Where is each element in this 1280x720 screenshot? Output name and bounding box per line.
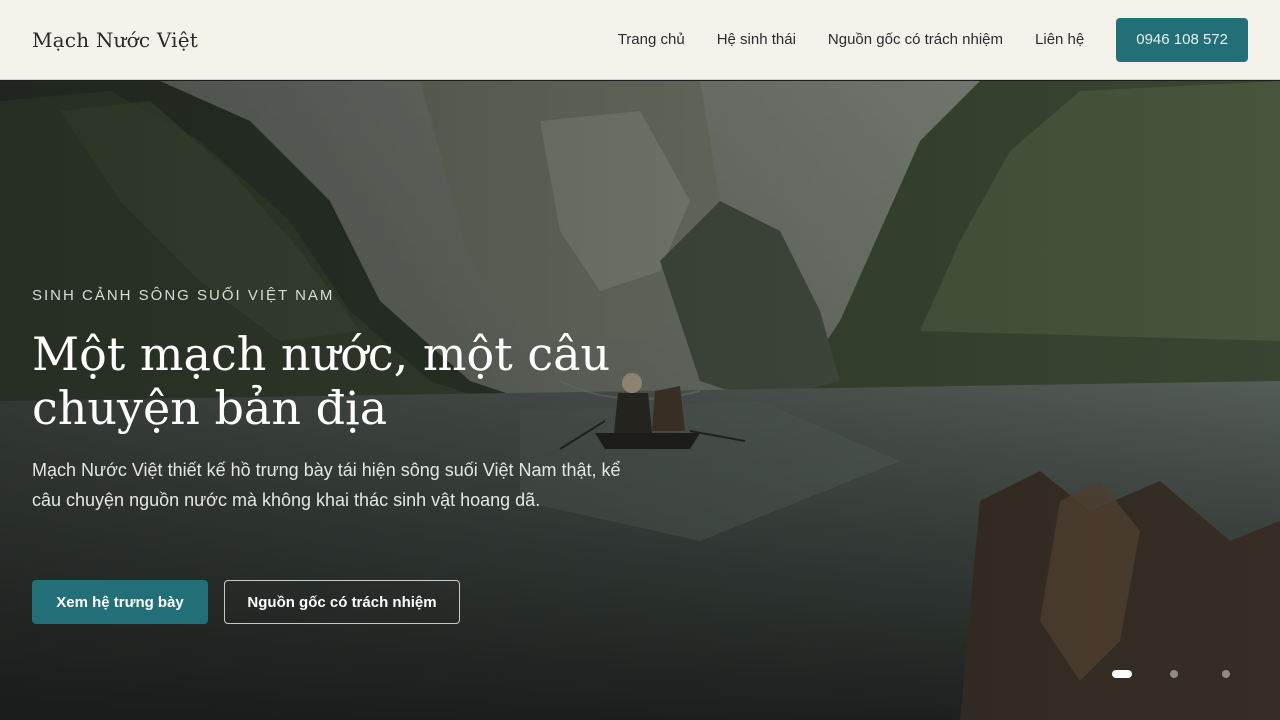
site-header: Mạch Nước Việt Trang chủ Hệ sinh thái Ng… [0, 0, 1280, 80]
nav-link-home[interactable]: Trang chủ [618, 31, 685, 48]
slide-dot-2[interactable] [1170, 670, 1178, 678]
brand-logo[interactable]: Mạch Nước Việt [32, 28, 198, 52]
phone-button[interactable]: 0946 108 572 [1116, 17, 1248, 62]
nav-link-responsible-sourcing[interactable]: Nguồn gốc có trách nhiệm [828, 31, 1003, 48]
slide-dot-3[interactable] [1222, 670, 1230, 678]
nav-link-ecosystem[interactable]: Hệ sinh thái [717, 31, 796, 48]
main-nav: Trang chủ Hệ sinh thái Nguồn gốc có trác… [586, 17, 1248, 62]
nav-link-contact[interactable]: Liên hệ [1035, 31, 1084, 48]
view-exhibits-button[interactable]: Xem hệ trưng bày [32, 580, 208, 624]
slide-indicators [1112, 670, 1232, 678]
hero-eyebrow: SINH CẢNH SÔNG SUỐI VIỆT NAM [32, 287, 335, 304]
responsible-sourcing-button[interactable]: Nguồn gốc có trách nhiệm [224, 580, 460, 624]
slide-dot-1[interactable] [1112, 670, 1132, 678]
hero-title: Một mạch nước, một câu chuyện bản địa [32, 327, 611, 435]
hero-description: Mạch Nước Việt thiết kế hồ trưng bày tái… [32, 460, 621, 510]
hero-section: SINH CẢNH SÔNG SUỐI VIỆT NAM Một mạch nư… [0, 81, 1280, 720]
